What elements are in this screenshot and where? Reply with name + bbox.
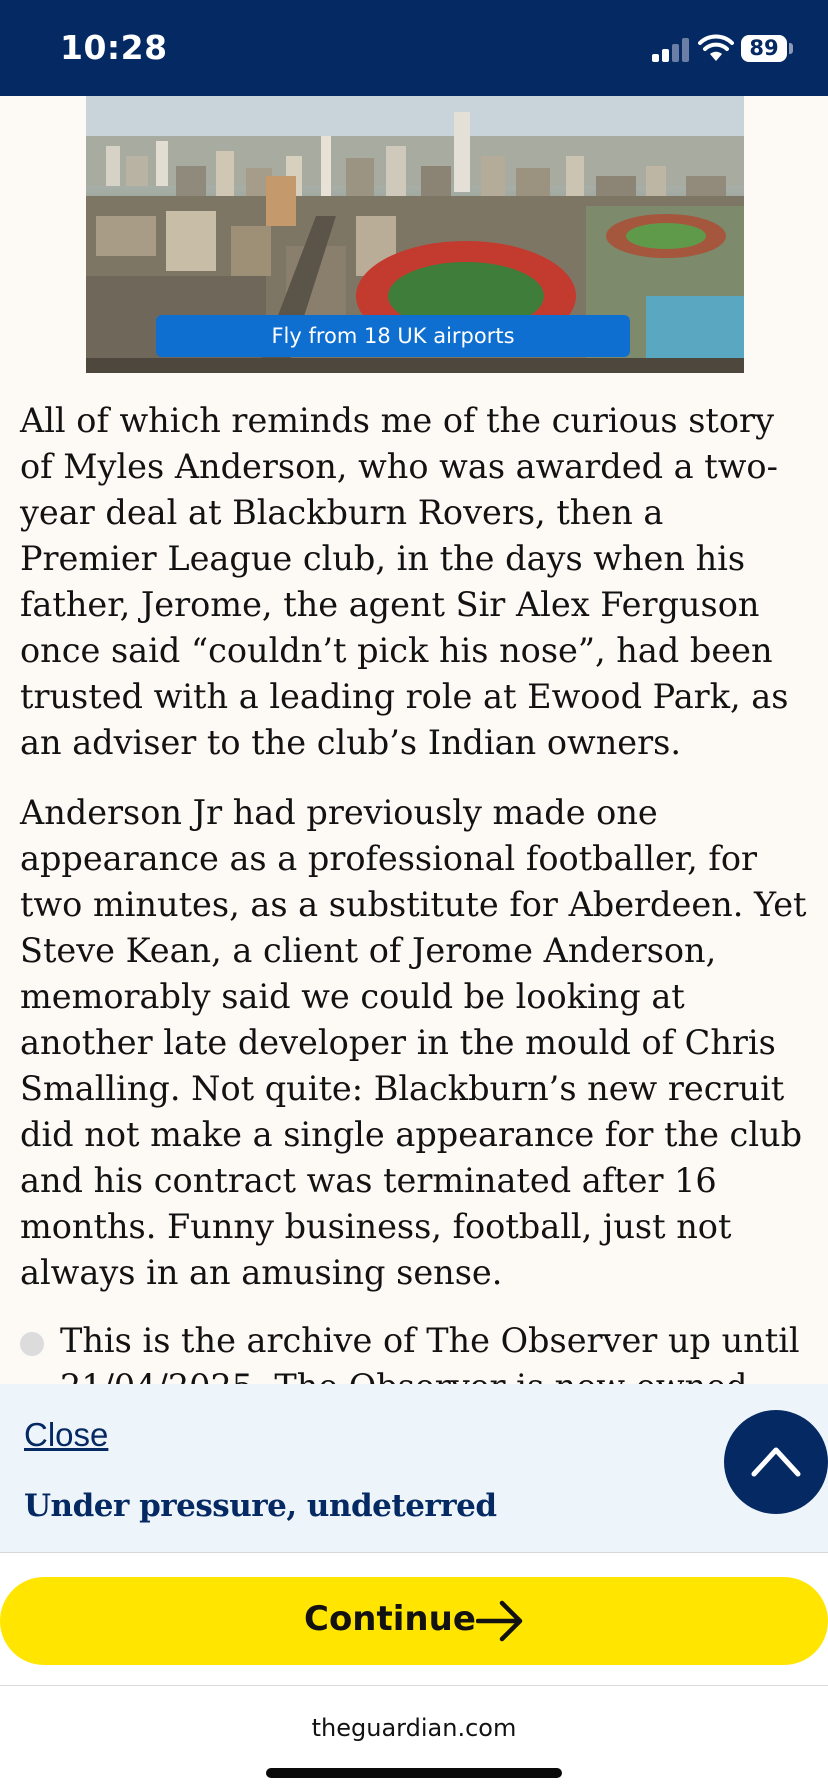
- battery-indicator: 89: [741, 35, 787, 62]
- article-paragraph: Anderson Jr had previously made one appe…: [20, 793, 807, 1292]
- support-sheet: Close Under pressure, undeterred: [0, 1384, 828, 1552]
- continue-label: Continue: [304, 1599, 476, 1639]
- article-body: All of which reminds me of the curious s…: [20, 398, 810, 1320]
- sheet-title: Under pressure, undeterred: [24, 1488, 497, 1524]
- cellular-signal-icon: [652, 38, 690, 62]
- chevron-up-icon: [751, 1447, 801, 1477]
- article-paragraph: All of which reminds me of the curious s…: [20, 401, 789, 762]
- ad-cta-button[interactable]: Fly from 18 UK airports: [156, 315, 630, 357]
- wifi-icon: [698, 34, 734, 62]
- home-indicator: [266, 1768, 562, 1778]
- status-bar: 10:28 89: [0, 0, 828, 96]
- browser-url-bar[interactable]: theguardian.com: [0, 1686, 828, 1792]
- continue-area: Continue: [0, 1552, 828, 1686]
- continue-button[interactable]: Continue: [0, 1577, 828, 1665]
- battery-tip: [789, 43, 793, 54]
- close-link[interactable]: Close: [24, 1416, 108, 1454]
- bullet-icon: [20, 1332, 44, 1356]
- ad-banner[interactable]: Fly from 18 UK airports: [86, 96, 744, 373]
- arrow-right-icon: [476, 1600, 523, 1642]
- archive-notice: This is the archive of The Observer up u…: [20, 1318, 810, 1384]
- status-time: 10:28: [60, 28, 168, 67]
- archive-notice-text: This is the archive of The Observer up u…: [60, 1321, 800, 1384]
- expand-sheet-button[interactable]: [724, 1410, 828, 1514]
- url-text[interactable]: theguardian.com: [0, 1714, 828, 1742]
